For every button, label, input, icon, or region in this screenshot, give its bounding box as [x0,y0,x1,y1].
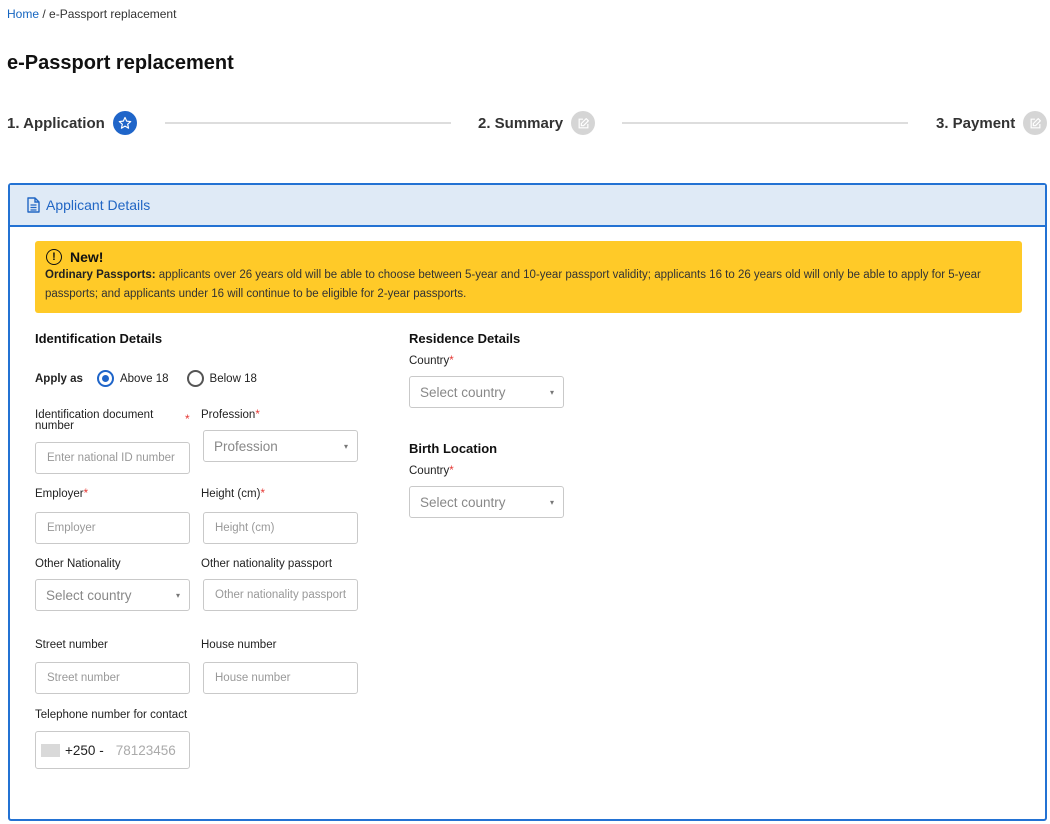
other-passport-label: Other nationality passport [201,558,333,570]
applicant-details-card: Applicant Details ! New! Ordinary Passpo… [8,183,1047,821]
birth-country-select-value: Select country [420,494,506,510]
residence-country-label: Country* [409,355,454,367]
height-label-text: Height (cm) [201,488,261,500]
notice-title: New! [70,249,104,265]
star-icon [112,111,137,135]
other-nationality-select-value: Select country [46,587,132,603]
step-summary[interactable]: 2. Summary [478,110,596,136]
radio-below-18-label: Below 18 [209,372,257,385]
other-nationality-select[interactable]: Select country ▾ [35,579,190,611]
edit-icon [571,111,596,135]
street-number-label: Street number [35,639,108,651]
dial-code-caret: - [99,742,104,758]
radio-button-unchecked[interactable] [186,370,204,387]
flag-icon [41,743,60,757]
identification-section-title: Identification Details [35,331,163,346]
profession-label-text: Profession [201,409,256,421]
edit-icon [1023,111,1048,135]
radio-below-18[interactable]: Below 18 [186,370,257,387]
profession-select-value: Profession [214,438,278,454]
chevron-down-icon: ▾ [343,441,348,451]
chevron-down-icon: ▾ [175,590,180,600]
employer-label-text: Employer [35,488,84,500]
radio-button-checked[interactable] [96,370,114,387]
page-title: e-Passport replacement [7,52,234,74]
profession-select[interactable]: Profession ▾ [203,430,358,462]
profession-label: Profession* [201,409,260,421]
birth-country-label: Country* [409,465,454,477]
birth-country-select[interactable]: Select country ▾ [409,486,564,518]
step-application-label: 1. Application [7,114,105,132]
other-nationality-label: Other Nationality [35,558,121,570]
residence-country-select[interactable]: Select country ▾ [409,376,564,408]
chevron-down-icon: ▾ [549,387,554,397]
step-summary-label: 2. Summary [478,114,564,132]
step-application[interactable]: 1. Application [7,110,137,136]
birth-country-label-text: Country [409,465,450,477]
radio-above-18[interactable]: Above 18 [96,370,169,387]
chevron-down-icon: ▾ [549,497,554,507]
street-number-input[interactable]: Street number [35,662,190,694]
employer-input[interactable]: Employer [35,512,190,544]
required-mark: * [255,409,260,421]
notice-text: applicants over 26 years old will be abl… [45,269,981,300]
radio-above-18-label: Above 18 [119,372,169,385]
notice-banner: ! New! Ordinary Passports: applicants ov… [35,241,1022,313]
residence-country-select-value: Select country [420,384,506,400]
telephone-label: Telephone number for contact [35,709,188,721]
notice-body: Ordinary Passports: applicants over 26 y… [45,266,1012,304]
telephone-input[interactable]: +250 - 78123456 [35,731,190,769]
step-connector [622,122,908,124]
house-number-label: House number [201,639,277,651]
required-mark: * [260,488,265,500]
step-payment-label: 3. Payment [936,114,1016,132]
residence-section-title: Residence Details [409,331,521,346]
apply-as-label: Apply as [35,372,83,385]
house-number-input[interactable]: House number [203,662,358,694]
height-input[interactable]: Height (cm) [203,512,358,544]
required-mark: * [83,488,89,500]
other-passport-input[interactable]: Other nationality passport [203,579,358,611]
card-title: Applicant Details [46,197,151,213]
exclamation-icon: ! [46,249,62,265]
step-connector [165,122,451,124]
breadcrumb-home-link[interactable]: Home [7,7,39,21]
id-number-input[interactable]: Enter national ID number [35,442,190,474]
birth-section-title: Birth Location [409,441,498,456]
height-label: Height (cm)* [201,488,265,500]
apply-as-group: Apply as Above 18 Below 18 [35,370,257,387]
breadcrumb-current: e-Passport replacement [49,7,177,21]
id-number-required-mark: * [185,412,190,426]
breadcrumb-separator: / [39,7,50,21]
employer-label: Employer* [35,488,88,500]
telephone-placeholder: 78123456 [115,742,176,758]
id-number-label: Identification document number [35,409,154,432]
required-mark: * [449,355,454,367]
breadcrumb: Home / e-Passport replacement [7,7,176,21]
card-header: Applicant Details [10,185,1045,227]
required-mark: * [449,465,454,477]
document-icon [27,197,40,213]
step-payment[interactable]: 3. Payment [936,110,1048,136]
dial-code-select[interactable]: +250 - [65,743,104,758]
dial-code-value: +250 [65,742,96,758]
residence-country-label-text: Country [409,355,450,367]
notice-lead: Ordinary Passports: [45,269,156,281]
